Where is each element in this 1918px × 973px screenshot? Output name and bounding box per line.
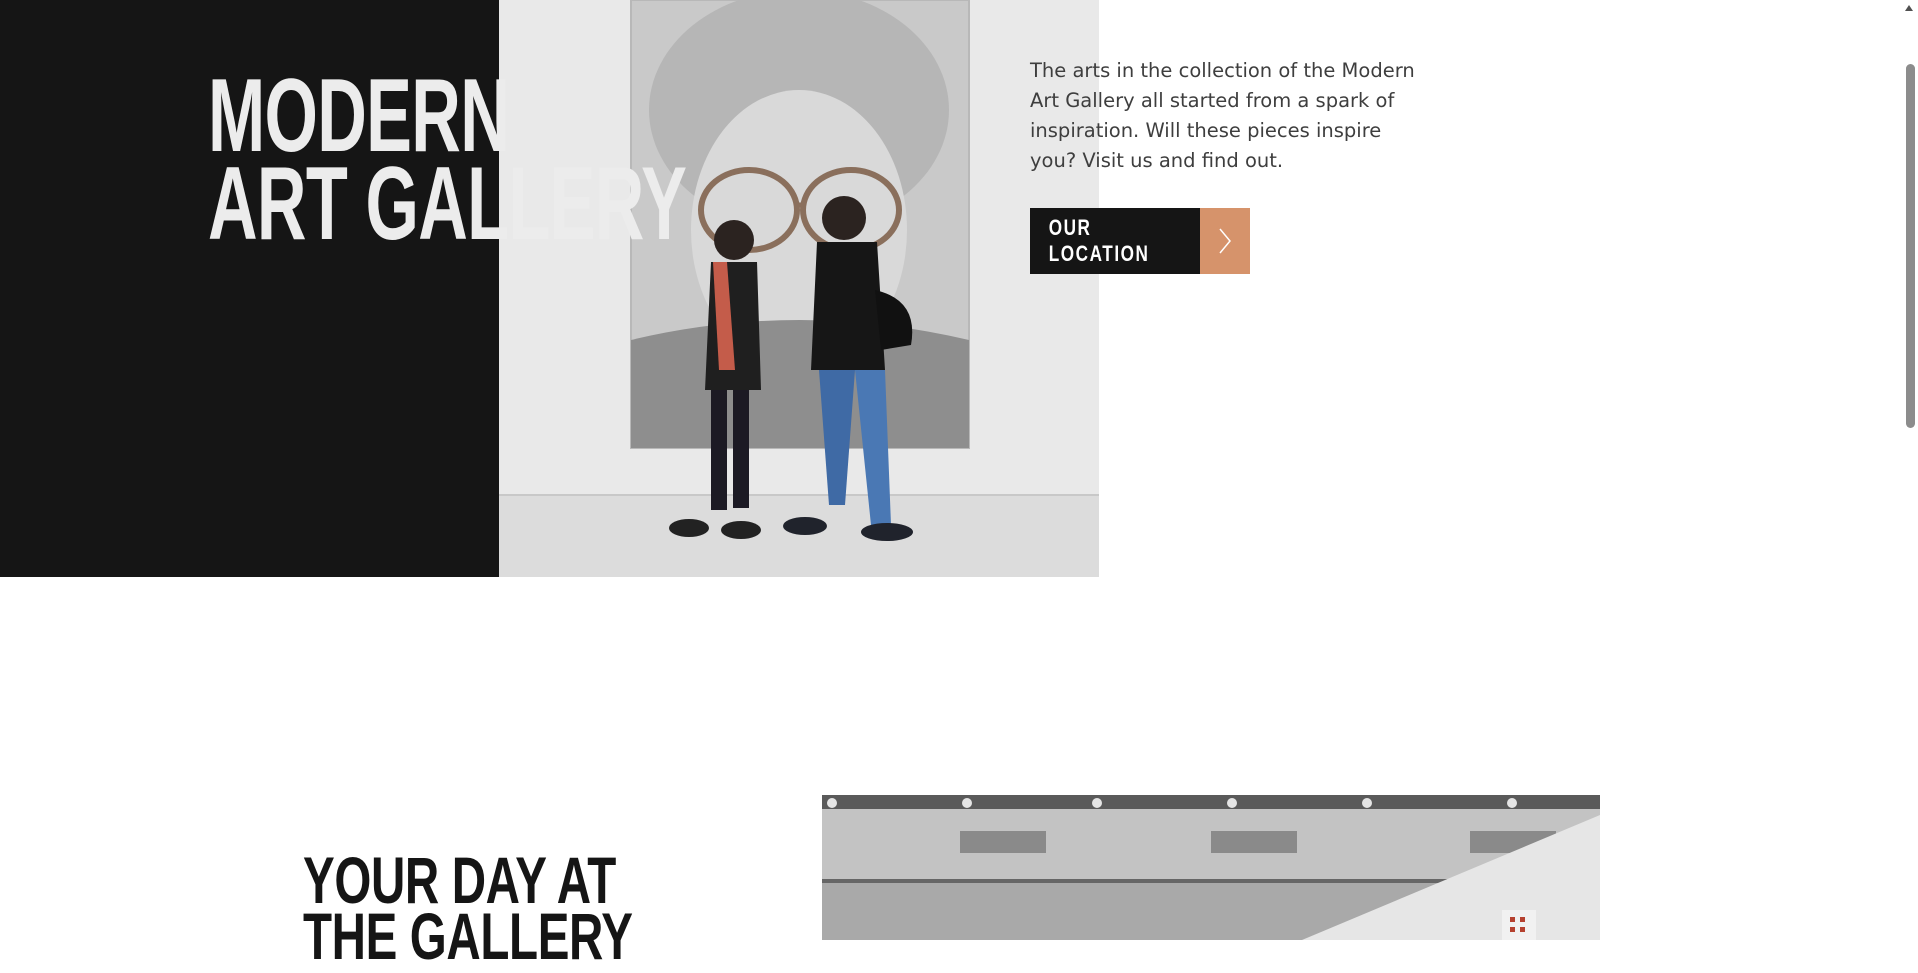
- gallery-interior-image: [822, 795, 1600, 940]
- hero-intro-text: The arts in the collection of the Modern…: [1030, 59, 1415, 172]
- vertical-scrollbar[interactable]: [1900, 0, 1918, 940]
- hero-title: MODERN ART GALLERY: [208, 72, 687, 262]
- our-location-button-label: OUR LOCATION: [1030, 208, 1200, 274]
- section-title: YOUR DAY AT THE GALLERY: [303, 843, 633, 973]
- hero-title-line-2: ART GALLERY: [208, 146, 687, 262]
- scroll-up-arrow-icon[interactable]: [1900, 0, 1918, 16]
- our-location-button-text: OUR LOCATION: [1048, 215, 1150, 266]
- scrollbar-thumb[interactable]: [1906, 64, 1915, 428]
- our-location-button[interactable]: OUR LOCATION: [1030, 208, 1250, 274]
- chevron-right-icon: [1200, 208, 1250, 274]
